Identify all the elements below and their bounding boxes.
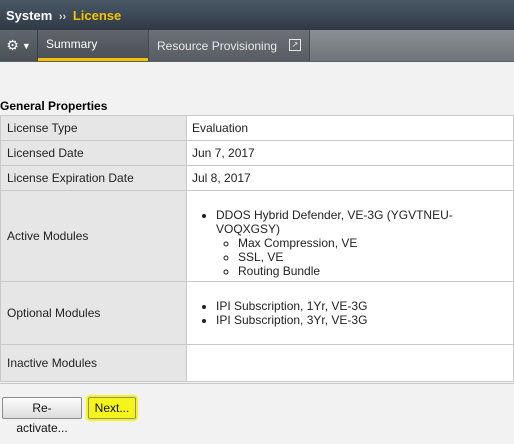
inactive-modules-value <box>186 344 514 382</box>
table-row: Active Modules DDOS Hybrid Defender, VE-… <box>0 190 514 282</box>
reactivate-button[interactable]: Re-activate... <box>2 397 82 435</box>
tab-summary-label: Summary <box>46 37 98 51</box>
list-item: IPI Subscription, 1Yr, VE-3G <box>216 299 513 313</box>
list-item: DDOS Hybrid Defender, VE-3G (YGVTNEU-VOQ… <box>216 208 513 278</box>
table-row: License Type Evaluation <box>0 115 514 141</box>
list-item: Max Compression, VE <box>238 236 513 250</box>
general-properties-table: License Type Evaluation Licensed Date Ju… <box>0 115 514 382</box>
active-sub-modules-list: Max Compression, VE SSL, VE Routing Bund… <box>216 236 513 278</box>
button-bar: Re-activate... Next... <box>0 383 514 444</box>
inactive-modules-label: Inactive Modules <box>0 344 187 382</box>
optional-modules-value: IPI Subscription, 1Yr, VE-3G IPI Subscri… <box>186 281 514 345</box>
license-type-label: License Type <box>0 115 187 141</box>
breadcrumb-license: License <box>72 8 122 23</box>
table-row: License Expiration Date Jul 8, 2017 <box>0 165 514 191</box>
breadcrumb-separator: ›› <box>58 11 67 23</box>
list-item: Routing Bundle <box>238 264 513 278</box>
next-button[interactable]: Next... <box>88 397 136 419</box>
breadcrumb-system[interactable]: System <box>6 8 52 23</box>
gear-icon: ⚙ <box>6 37 19 53</box>
chevron-down-icon: ▼ <box>21 40 31 51</box>
breadcrumb: System ›› License <box>6 8 121 23</box>
active-modules-value: DDOS Hybrid Defender, VE-3G (YGVTNEU-VOQ… <box>186 190 514 282</box>
tab-resource-provisioning[interactable]: Resource Provisioning ↗ <box>148 30 310 61</box>
active-module-primary: DDOS Hybrid Defender, VE-3G (YGVTNEU-VOQ… <box>216 208 453 236</box>
active-modules-list: DDOS Hybrid Defender, VE-3G (YGVTNEU-VOQ… <box>192 208 513 278</box>
table-row: Optional Modules IPI Subscription, 1Yr, … <box>0 281 514 345</box>
list-item: SSL, VE <box>238 250 513 264</box>
tab-resource-provisioning-label: Resource Provisioning <box>157 38 278 53</box>
licensed-date-value: Jun 7, 2017 <box>186 140 514 166</box>
expiration-date-value: Jul 8, 2017 <box>186 165 514 191</box>
table-row: Licensed Date Jun 7, 2017 <box>0 140 514 166</box>
external-link-icon[interactable]: ↗ <box>289 39 301 51</box>
optional-modules-label: Optional Modules <box>0 281 187 345</box>
optional-modules-list: IPI Subscription, 1Yr, VE-3G IPI Subscri… <box>192 299 513 327</box>
active-modules-label: Active Modules <box>0 190 187 282</box>
table-row: Inactive Modules <box>0 344 514 382</box>
title-bar: System ›› License <box>0 0 514 30</box>
expiration-date-label: License Expiration Date <box>0 165 187 191</box>
tab-summary[interactable]: Summary <box>38 30 148 61</box>
license-type-value: Evaluation <box>186 115 514 141</box>
settings-menu-button[interactable]: ⚙ ▼ <box>0 30 38 61</box>
list-item: IPI Subscription, 3Yr, VE-3G <box>216 313 513 327</box>
section-title: General Properties <box>0 99 108 113</box>
licensed-date-label: Licensed Date <box>0 140 187 166</box>
tab-strip: ⚙ ▼ Summary Resource Provisioning ↗ <box>0 30 514 62</box>
